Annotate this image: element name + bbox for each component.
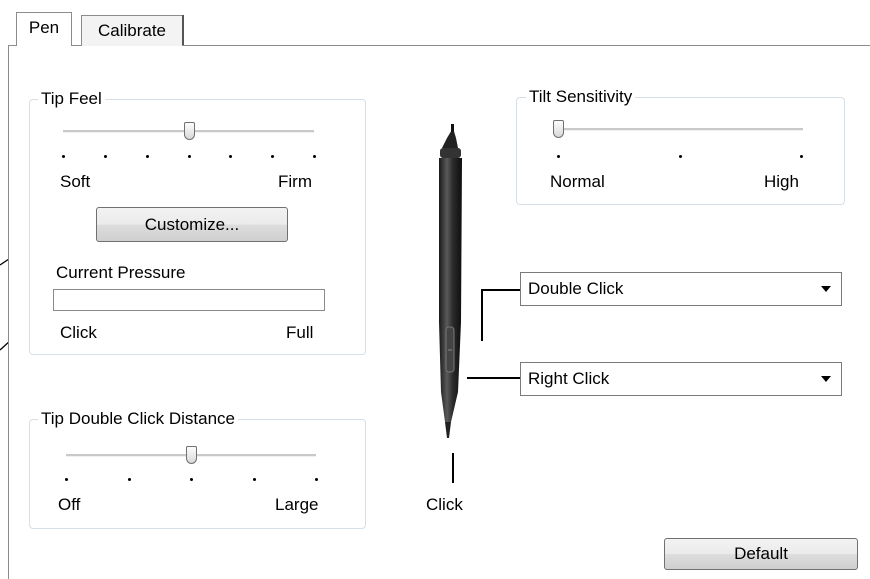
tilt-normal-label: Normal [550, 172, 605, 191]
upper-button-connector-h [481, 289, 521, 291]
upper-button-connector-v [481, 289, 483, 341]
upper-button-dropdown[interactable]: Double Click [520, 272, 842, 306]
tilt-tick [678, 155, 682, 158]
tip-feel-tick [103, 155, 107, 158]
double-click-off-label: Off [58, 495, 81, 514]
current-pressure-label: Current Pressure [56, 263, 186, 282]
chevron-down-icon [821, 376, 831, 382]
tip-feel-tick [62, 155, 65, 158]
default-button[interactable]: Default [664, 538, 858, 570]
pressure-full-label: Full [286, 323, 314, 342]
tip-feel-slider-thumb[interactable] [183, 122, 195, 140]
tilt-slider-track[interactable] [557, 128, 803, 131]
tip-click-label: Click [426, 495, 463, 514]
tilt-tick [800, 155, 803, 158]
lower-button-value: Right Click [528, 369, 610, 388]
customize-button[interactable]: Customize... [96, 207, 288, 242]
current-pressure-bar [53, 289, 325, 311]
tip-double-click-slider-thumb[interactable] [186, 446, 197, 464]
double-click-tick [127, 478, 131, 481]
tip-feel-soft-label: Soft [60, 172, 91, 191]
tip-feel-tick [313, 155, 316, 158]
tip-feel-title: Tip Feel [38, 89, 105, 109]
chevron-down-icon [821, 286, 831, 292]
pressure-click-label: Click [60, 323, 97, 342]
double-click-large-label: Large [275, 495, 319, 514]
lower-button-dropdown[interactable]: Right Click [520, 362, 842, 396]
tab-pen[interactable]: Pen [16, 12, 72, 46]
double-click-tick [190, 478, 193, 481]
tab-separator [182, 15, 184, 45]
lower-button-connector-h [467, 377, 521, 379]
tilt-slider-thumb[interactable] [553, 120, 564, 138]
tip-feel-firm-label: Firm [278, 172, 312, 191]
upper-button-value: Double Click [528, 279, 624, 298]
pen-icon [439, 124, 462, 438]
tilt-tick [557, 155, 560, 158]
tip-double-click-title: Tip Double Click Distance [38, 409, 238, 429]
double-click-tick [252, 478, 256, 481]
tip-feel-tick [187, 155, 191, 158]
tip-feel-tick [145, 155, 149, 158]
tilt-sensitivity-title: Tilt Sensitivity [526, 87, 636, 107]
double-click-tick [315, 478, 318, 481]
tilt-high-label: High [764, 172, 799, 191]
tab-calibrate[interactable]: Calibrate [81, 15, 183, 46]
tip-connector [452, 453, 454, 483]
double-click-tick [65, 478, 68, 481]
